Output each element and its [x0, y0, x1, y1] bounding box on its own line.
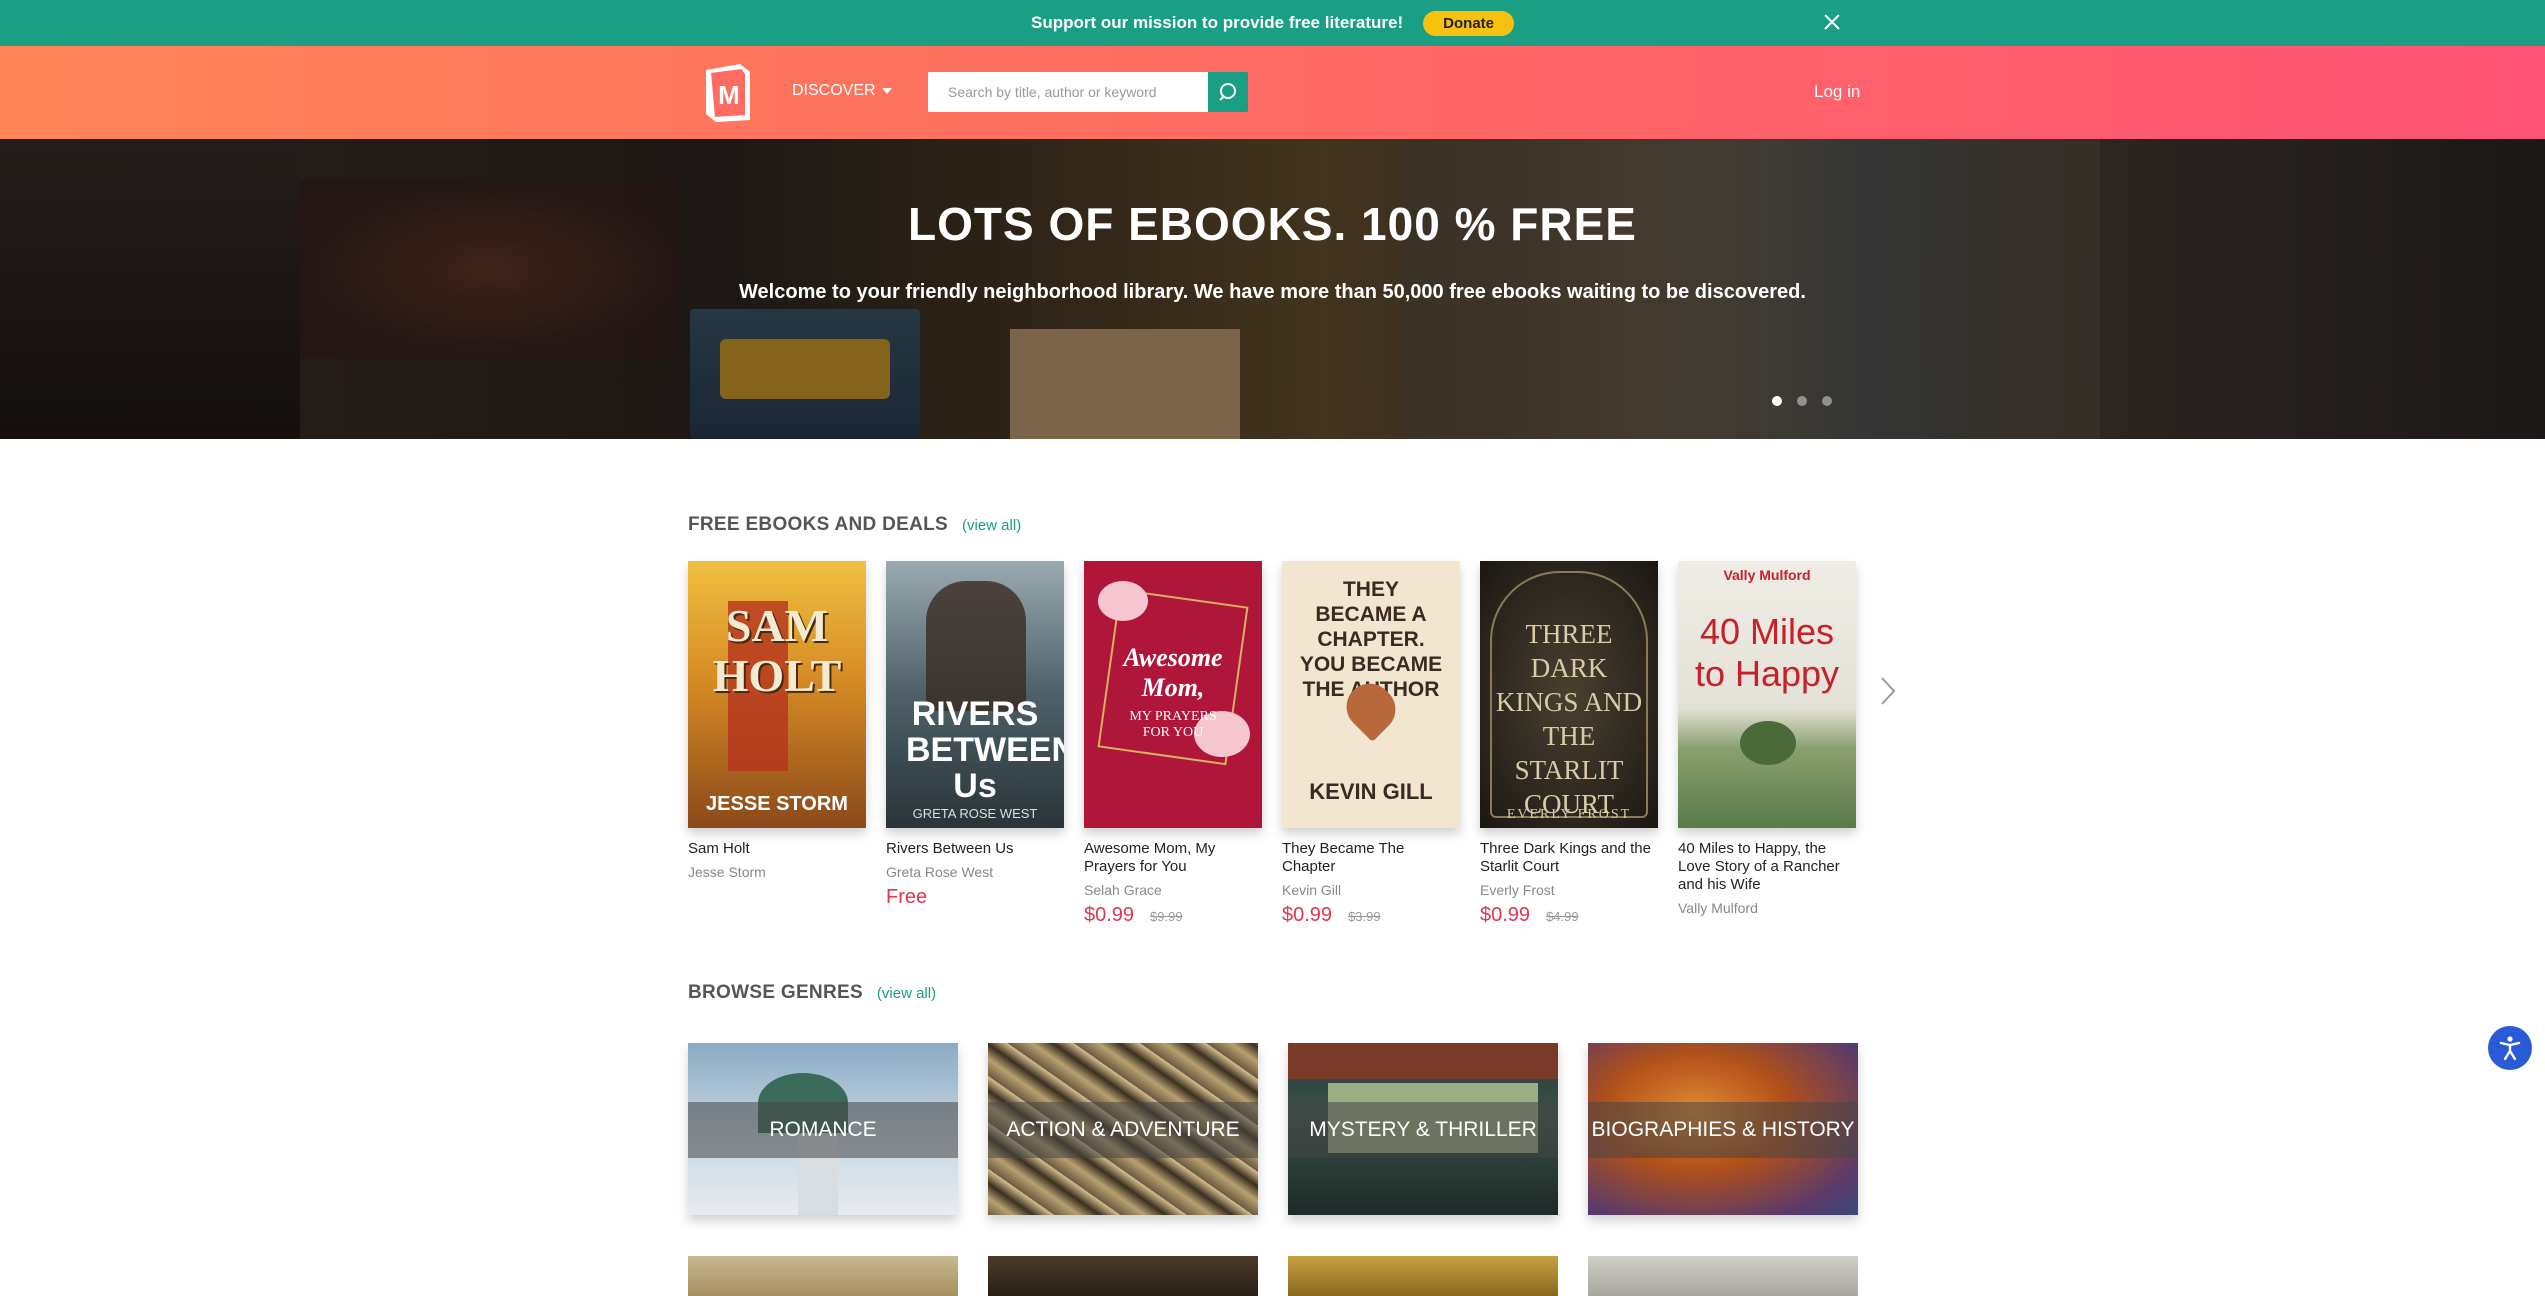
book-cover[interactable]: SAM HOLT JESSE STORM: [688, 561, 866, 828]
genre-label: ACTION & ADVENTURE: [1006, 1118, 1240, 1141]
hero-title: LOTS OF EBOOKS. 100 % FREE: [908, 198, 1637, 250]
cover-author: KEVIN GILL: [1309, 779, 1433, 804]
cover-author: MY PRAYERS FOR YOU: [1129, 709, 1217, 740]
book-title[interactable]: They Became The Chapter: [1282, 840, 1460, 876]
hero-subtitle: Welcome to your friendly neighborhood li…: [739, 281, 1806, 303]
discover-menu[interactable]: DISCOVER: [792, 82, 892, 100]
book-cover[interactable]: THEY BECAME A CHAPTER. YOU BECAME THE AU…: [1282, 561, 1460, 828]
book-card[interactable]: Awesome Mom, MY PRAYERS FOR YOU Awesome …: [1084, 561, 1262, 927]
cover-title: SAM HOLT: [712, 600, 842, 701]
price-row: $0.99 $4.99: [1480, 904, 1658, 927]
genre-label: ROMANCE: [769, 1118, 877, 1141]
genre-label: BIOGRAPHIES & HISTORY: [1591, 1118, 1855, 1141]
book-cover[interactable]: Vally Mulford 40 Miles to Happy: [1678, 561, 1856, 828]
cover-author: GRETA ROSE WEST: [912, 806, 1038, 821]
genre-tile-romance[interactable]: ROMANCE: [688, 1043, 958, 1215]
book-price: Free: [886, 886, 928, 908]
genre-tile[interactable]: [688, 1256, 958, 1296]
support-message: Support our mission to provide free lite…: [1030, 13, 1404, 32]
cover-author: EVERLY FROST: [1506, 807, 1632, 822]
book-author[interactable]: Everly Frost: [1480, 882, 1658, 898]
cover-title: THREE DARK KINGS AND THE STARLIT COURT: [1495, 619, 1643, 819]
cover-title: 40 Miles to Happy: [1694, 611, 1840, 694]
book-author[interactable]: Vally Mulford: [1678, 900, 1856, 916]
carousel-dot[interactable]: [1822, 396, 1832, 406]
book-title[interactable]: Three Dark Kings and the Starlit Court: [1480, 840, 1658, 876]
cover-title: Awesome Mom,: [1123, 643, 1223, 702]
cover-author: Vally Mulford: [1723, 567, 1811, 583]
price-row: $0.99 $3.99: [1282, 904, 1460, 927]
logo-letter: M: [718, 80, 740, 110]
book-card[interactable]: THREE DARK KINGS AND THE STARLIT COURT E…: [1480, 561, 1658, 927]
book-old-price: $3.99: [1348, 909, 1381, 924]
book-price: $0.99: [1282, 904, 1333, 926]
carousel-dots: [1772, 396, 1832, 406]
book-old-price: $4.99: [1546, 909, 1579, 924]
book-title[interactable]: 40 Miles to Happy, the Love Story of a R…: [1678, 840, 1856, 894]
genre-tile-mystery[interactable]: MYSTERY & THRILLER: [1288, 1043, 1558, 1215]
book-cover[interactable]: THREE DARK KINGS AND THE STARLIT COURT E…: [1480, 561, 1658, 828]
book-card[interactable]: Vally Mulford 40 Miles to Happy 40 Miles…: [1678, 561, 1856, 916]
book-carousel: SAM HOLT JESSE STORM Sam Holt Jesse Stor…: [688, 561, 1858, 941]
login-link[interactable]: Log in: [1814, 82, 1860, 102]
genre-label: MYSTERY & THRILLER: [1309, 1118, 1537, 1141]
discover-label: DISCOVER: [792, 82, 876, 99]
free-view-all-link[interactable]: (view all): [962, 517, 1021, 534]
book-author[interactable]: Selah Grace: [1084, 882, 1262, 898]
book-price: $0.99: [1480, 904, 1531, 926]
manybooks-logo[interactable]: M: [700, 60, 756, 124]
genre-view-all-link[interactable]: (view all): [877, 985, 936, 1002]
free-section-title: FREE EBOOKS AND DEALS: [688, 514, 949, 535]
donate-button[interactable]: Donate: [1423, 10, 1514, 36]
caret-down-icon: [881, 88, 892, 94]
book-author[interactable]: Jesse Storm: [688, 864, 866, 880]
book-title[interactable]: Awesome Mom, My Prayers for You: [1084, 840, 1262, 876]
book-author[interactable]: Kevin Gill: [1282, 882, 1460, 898]
book-price: $0.99: [1084, 904, 1135, 926]
search-input[interactable]: [928, 72, 1208, 112]
book-author[interactable]: Greta Rose West: [886, 864, 1064, 880]
accessibility-button[interactable]: [2488, 1026, 2532, 1070]
close-icon[interactable]: [1820, 10, 1844, 34]
site-header: M DISCOVER Log in: [0, 46, 2545, 139]
support-banner: Support our mission to provide free lite…: [0, 0, 2545, 46]
price-row: Free: [886, 886, 1064, 909]
accessibility-icon: [2499, 1036, 2521, 1061]
genre-tile-action[interactable]: ACTION & ADVENTURE: [988, 1043, 1258, 1215]
search-button[interactable]: [1208, 72, 1248, 112]
chevron-right-icon[interactable]: [1876, 674, 1900, 708]
hero-carousel: LOTS OF EBOOKS. 100 % FREE Welcome to yo…: [0, 139, 2545, 439]
price-row: $0.99 $9.99: [1084, 904, 1262, 927]
search-icon: [1219, 83, 1236, 101]
book-card[interactable]: SAM HOLT JESSE STORM Sam Holt Jesse Stor…: [688, 561, 866, 880]
genre-section-title: BROWSE GENRES: [688, 982, 863, 1003]
genre-section-heading: BROWSE GENRES (view all): [688, 982, 936, 1004]
search-bar: [928, 72, 1248, 112]
free-section-heading: FREE EBOOKS AND DEALS (view all): [688, 514, 1021, 536]
book-cover[interactable]: Awesome Mom, MY PRAYERS FOR YOU: [1084, 561, 1262, 828]
cover-author: JESSE STORM: [706, 793, 848, 815]
cover-title: RIVERS BETWEEN Us: [906, 695, 1064, 805]
book-card[interactable]: RIVERS BETWEEN Us GRETA ROSE WEST Rivers…: [886, 561, 1064, 909]
genre-tile-biographies[interactable]: BIOGRAPHIES & HISTORY: [1588, 1043, 1858, 1215]
carousel-dot[interactable]: [1797, 396, 1807, 406]
genre-tile[interactable]: [988, 1256, 1258, 1296]
book-title[interactable]: Rivers Between Us: [886, 840, 1064, 858]
book-cover[interactable]: RIVERS BETWEEN Us GRETA ROSE WEST: [886, 561, 1064, 828]
genre-tile[interactable]: [1288, 1256, 1558, 1296]
genre-tile[interactable]: [1588, 1256, 1858, 1296]
book-card[interactable]: THEY BECAME A CHAPTER. YOU BECAME THE AU…: [1282, 561, 1460, 927]
book-old-price: $9.99: [1150, 909, 1183, 924]
book-title[interactable]: Sam Holt: [688, 840, 866, 858]
carousel-dot[interactable]: [1772, 396, 1782, 406]
